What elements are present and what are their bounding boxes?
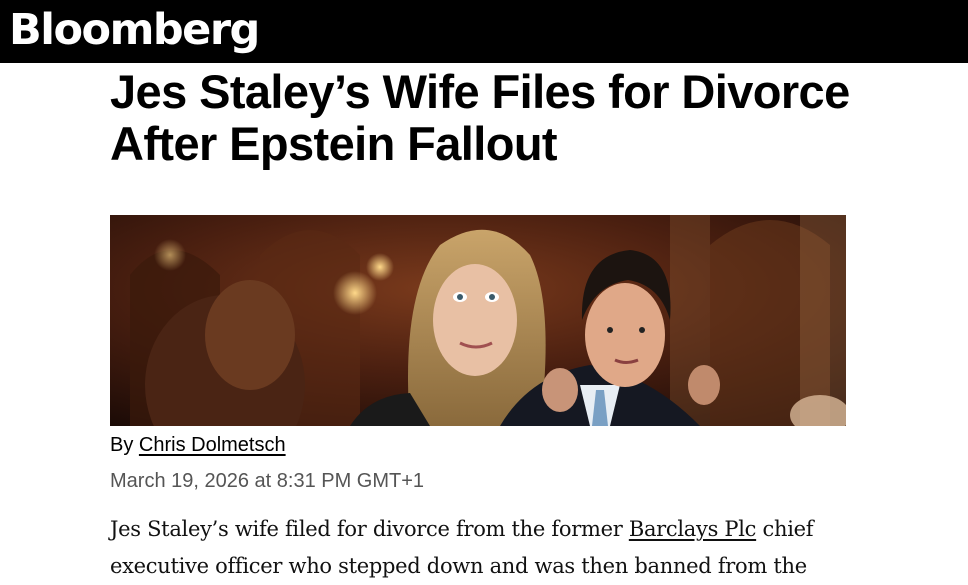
barclays-link[interactable]: Barclays Plc bbox=[629, 517, 757, 541]
article-photo-image bbox=[110, 215, 846, 426]
article-photo bbox=[110, 215, 846, 426]
author-link[interactable]: Chris Dolmetsch bbox=[139, 434, 286, 456]
byline: By Chris Dolmetsch bbox=[110, 434, 286, 457]
body-text-part1: Jes Staley’s wife filed for divorce from… bbox=[110, 517, 629, 541]
publish-date: March 19, 2026 at 8:31 PM GMT+1 bbox=[110, 470, 425, 492]
site-header: Bloomberg bbox=[0, 0, 968, 63]
byline-prefix: By bbox=[110, 434, 139, 456]
bloomberg-logo[interactable]: Bloomberg bbox=[9, 9, 260, 52]
article-body-paragraph: Jes Staley’s wife filed for divorce from… bbox=[110, 511, 850, 585]
article-headline: Jes Staley’s Wife Files for Divorce Afte… bbox=[110, 65, 850, 170]
